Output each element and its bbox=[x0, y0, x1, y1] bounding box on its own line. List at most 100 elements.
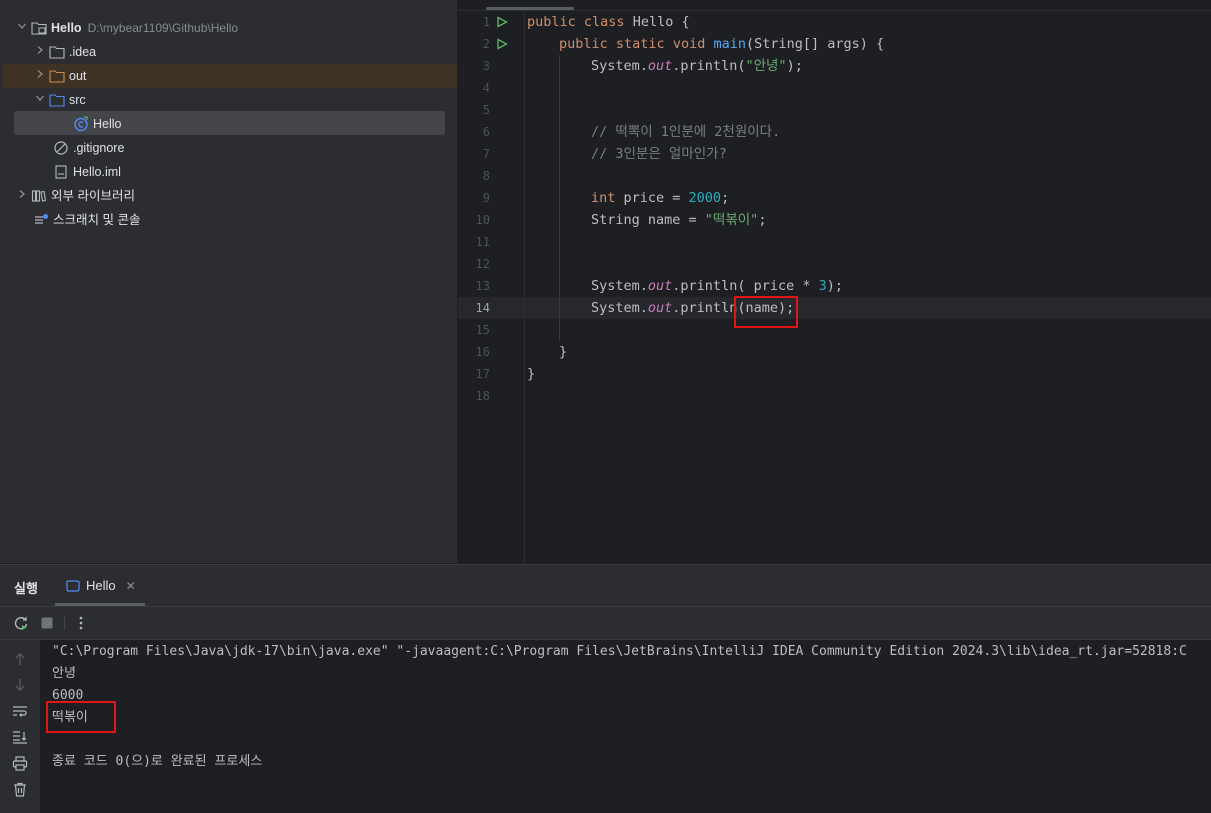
code-line-10: String name = "떡볶이"; bbox=[591, 209, 766, 231]
chevron-down-icon[interactable] bbox=[32, 88, 48, 112]
run-header: 실행 Hello ✕ bbox=[0, 565, 1211, 607]
scroll-down-icon[interactable] bbox=[11, 676, 29, 694]
chevron-down-icon[interactable] bbox=[14, 16, 30, 40]
static-field: out bbox=[647, 300, 673, 316]
folder-icon bbox=[48, 92, 66, 108]
chevron-right-icon[interactable] bbox=[32, 64, 48, 88]
stop-icon[interactable] bbox=[38, 614, 56, 632]
tree-item-src[interactable]: src bbox=[32, 88, 86, 112]
library-icon bbox=[30, 188, 48, 204]
run-tool-window: 실행 Hello ✕ "C:\Program Files\Java\jdk-17… bbox=[0, 564, 1211, 813]
code-text: .println( price * bbox=[672, 278, 819, 294]
line-number: 12 bbox=[475, 257, 490, 271]
code-line-13: System.out.println( price * 3); bbox=[591, 275, 843, 297]
tree-item-label: Hello bbox=[93, 117, 122, 131]
line-number: 8 bbox=[482, 169, 490, 183]
tree-root-label: Hello bbox=[51, 21, 82, 35]
console-line: "C:\Program Files\Java\jdk-17\bin\java.e… bbox=[52, 644, 1187, 659]
rerun-icon[interactable] bbox=[12, 614, 30, 632]
active-tab-indicator bbox=[486, 7, 574, 10]
code-text: System. bbox=[591, 300, 648, 316]
tree-item-out[interactable]: out bbox=[32, 64, 86, 88]
soft-wrap-icon[interactable] bbox=[11, 702, 29, 720]
code-text: price = bbox=[615, 190, 689, 206]
tree-item-label: Hello.iml bbox=[73, 165, 121, 179]
project-tool-window: Hello D:\mybear1109\Github\Hello .idea o… bbox=[0, 0, 458, 563]
tree-item-idea[interactable]: .idea bbox=[32, 40, 96, 64]
code-line-17: } bbox=[527, 363, 535, 385]
run-tab-indicator bbox=[55, 603, 145, 606]
string-literal: "떡볶이" bbox=[704, 212, 759, 228]
string-literal: "안녕" bbox=[745, 58, 787, 74]
line-number: 11 bbox=[475, 235, 490, 249]
tree-item-scratches[interactable]: 스크래치 및 콘솔 bbox=[32, 208, 140, 232]
method-name: main bbox=[713, 36, 747, 52]
scratch-icon bbox=[32, 212, 50, 228]
annotation-highlight-box bbox=[734, 296, 798, 328]
code-line-2: public static void main(String[] args) { bbox=[559, 33, 884, 55]
tree-item-label: .idea bbox=[69, 45, 97, 59]
tree-item-external-libraries[interactable]: 외부 라이브러리 bbox=[14, 184, 135, 208]
line-number-active: 14 bbox=[475, 301, 490, 315]
tree-root-path: D:\mybear1109\Github\Hello bbox=[87, 21, 239, 35]
code-text: .println( bbox=[672, 58, 746, 74]
code-text: (String[] args) { bbox=[746, 36, 885, 52]
scroll-up-icon[interactable] bbox=[11, 650, 29, 668]
print-icon[interactable] bbox=[11, 754, 29, 772]
tree-item-label: .gitignore bbox=[73, 141, 125, 155]
java-class-icon bbox=[72, 116, 90, 132]
code-line-9: int price = 2000; bbox=[591, 187, 729, 209]
line-number: 6 bbox=[482, 125, 490, 139]
run-tab-hello[interactable]: Hello ✕ bbox=[66, 578, 136, 593]
number-literal: 2000 bbox=[688, 190, 722, 206]
module-file-icon bbox=[52, 164, 70, 180]
run-icon[interactable] bbox=[496, 11, 508, 33]
comment: // 떡뽁이 1인분에 2천원이다. bbox=[591, 124, 781, 140]
code-line-6: // 떡뽁이 1인분에 2천원이다. bbox=[591, 121, 780, 143]
line-number: 4 bbox=[482, 81, 490, 95]
code-text: ); bbox=[826, 278, 844, 294]
keyword: int bbox=[591, 190, 616, 206]
chevron-right-icon[interactable] bbox=[32, 40, 48, 64]
code-line-1: public class Hello { bbox=[527, 11, 690, 33]
line-number: 10 bbox=[475, 213, 490, 227]
line-number: 18 bbox=[475, 389, 490, 403]
tree-item-iml[interactable]: Hello.iml bbox=[52, 160, 121, 184]
line-number: 7 bbox=[482, 147, 490, 161]
keyword: void bbox=[672, 36, 706, 52]
current-line-highlight bbox=[458, 297, 1211, 319]
keyword: static bbox=[615, 36, 665, 52]
tree-item-hello-class[interactable]: Hello bbox=[72, 112, 122, 136]
code-text: } bbox=[527, 366, 536, 382]
trash-icon[interactable] bbox=[11, 780, 29, 798]
line-number: 15 bbox=[475, 323, 490, 337]
line-number: 1 bbox=[482, 15, 490, 29]
line-number: 2 bbox=[482, 37, 490, 51]
gutter-separator bbox=[524, 10, 525, 563]
code-text: String name = bbox=[591, 212, 705, 228]
scroll-to-end-icon[interactable] bbox=[11, 728, 29, 746]
project-folder-icon bbox=[30, 20, 48, 36]
run-config-icon bbox=[66, 579, 80, 592]
tree-item-label: 외부 라이브러리 bbox=[51, 189, 135, 203]
code-text: Hello { bbox=[624, 14, 690, 30]
code-editor[interactable]: 1 2 3 4 5 6 7 8 9 10 11 12 13 14 15 16 1… bbox=[458, 0, 1211, 563]
annotation-highlight-box bbox=[46, 701, 116, 733]
tree-item-gitignore[interactable]: .gitignore bbox=[52, 136, 124, 160]
chevron-right-icon[interactable] bbox=[14, 184, 30, 208]
code-line-7: // 3인분은 얼마인가? bbox=[591, 143, 727, 165]
line-number: 16 bbox=[475, 345, 490, 359]
static-field: out bbox=[647, 58, 673, 74]
run-icon[interactable] bbox=[496, 33, 508, 55]
tree-item-label: 스크래치 및 콘솔 bbox=[53, 213, 141, 227]
code-text: ; bbox=[758, 212, 767, 228]
close-icon[interactable]: ✕ bbox=[126, 579, 136, 593]
tree-item-root[interactable]: Hello D:\mybear1109\Github\Hello bbox=[14, 16, 238, 40]
run-tab-label: Hello bbox=[86, 578, 116, 593]
more-icon[interactable] bbox=[72, 614, 90, 632]
comment: // 3인분은 얼마인가? bbox=[591, 146, 727, 162]
keyword: public bbox=[527, 14, 576, 30]
run-toolbar bbox=[0, 607, 1211, 640]
console-line: 안녕 bbox=[52, 666, 76, 681]
folder-icon bbox=[48, 68, 66, 84]
